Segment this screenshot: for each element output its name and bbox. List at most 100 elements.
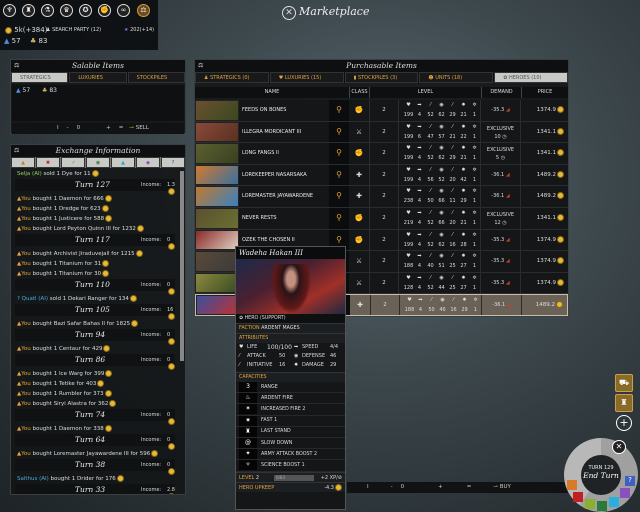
column-demand[interactable]: DEMAND [481, 87, 521, 98]
quantity-field[interactable]: 0 [401, 482, 405, 493]
orange-empire-icon[interactable] [567, 480, 577, 490]
wreath-emblem-icon[interactable]: ♆ [3, 4, 16, 17]
column-name[interactable]: NAME [195, 87, 349, 98]
sell-button[interactable]: ⊸ SELL [129, 123, 148, 134]
hero-row[interactable]: LONG FANGS II ⚲ ✊ 2 ♥ ➡ ⁄ ◉ ⁄ ✸ ✲ 199 4 52 62 29 21 1… [195, 143, 568, 165]
stat-value: 4 [417, 198, 422, 205]
tab-strategics[interactable]: STRATEGICS [11, 72, 69, 83]
filter-olive-empire[interactable]: ◉ [86, 157, 110, 168]
column-class[interactable]: CLASS [349, 87, 369, 98]
log-actor: You [21, 371, 31, 377]
filter-unknown-empire[interactable]: ? [161, 157, 185, 168]
stat-value: 16 [449, 241, 456, 248]
trade-route-button[interactable]: ⛟ [615, 374, 633, 392]
filter-purple-empire[interactable]: ◆ [136, 157, 160, 168]
demand-cell: -36.1 ◢ [481, 186, 521, 207]
initiative-icon: ⁄ [453, 297, 454, 304]
unknown-empire-icon[interactable]: ? [625, 476, 635, 486]
inspect-button[interactable]: ⚲ [329, 186, 349, 207]
support-class-icon: ✚ [356, 192, 362, 201]
inspect-button[interactable]: ⚲ [329, 207, 349, 229]
max-icon[interactable]: I [57, 123, 59, 134]
stat-value: 66 [438, 198, 445, 205]
fist-emblem-icon[interactable]: ✊ [98, 4, 111, 17]
handshake-emblem-icon[interactable]: ∞ [117, 4, 130, 17]
green-empire-icon[interactable] [585, 499, 595, 509]
exchange-filters: ▲ ✖ ↗ ◉ ▲ ◆ ? [11, 157, 185, 168]
increase-button[interactable]: + [438, 482, 443, 493]
tab-stockpiles[interactable]: STOCKPILES [127, 72, 185, 83]
filter-cyan-empire[interactable]: ▲ [111, 157, 135, 168]
inspect-button[interactable]: ⚲ [329, 121, 349, 143]
purple-empire-icon[interactable] [620, 488, 630, 498]
hero-row[interactable]: NEVER RESTS ⚲ ✊ 2 ♥ ➡ ⁄ ◉ ⁄ ✸ ✲ 219 4 52 66 20 21 1 E… [195, 207, 568, 230]
decrease-button[interactable]: - [391, 482, 393, 493]
log-entry: ▲You bought Loremaster Jayawardene III f… [11, 449, 179, 459]
column-price[interactable]: PRICE [521, 87, 568, 98]
log-text: bought 1 Tetike for 403 [30, 381, 97, 387]
clock-icon: ◷ [500, 133, 507, 140]
red-empire-icon[interactable] [573, 492, 583, 502]
inspect-button[interactable]: ⚲ [329, 143, 349, 164]
gear-icon: ✲ [473, 297, 478, 304]
quantity-field[interactable]: 0 [77, 123, 81, 134]
food-item[interactable]: ♣ 83 [42, 87, 57, 94]
decrease-button[interactable]: - [67, 123, 69, 134]
capacity-item: ✷ FAST 1 [236, 415, 345, 427]
level-label: LEVEL [239, 474, 255, 481]
empire-icon: ? [171, 160, 175, 166]
hero-stats: ♥ ➡ ⁄ ◉ ⁄ ✸ ✲ 199 4 52 62 29 21 1 [399, 143, 481, 164]
close-button[interactable]: ✕ [282, 6, 296, 20]
tab-units[interactable]: ☻ UNITS (18) [419, 72, 494, 83]
tab-luxuries[interactable]: LUXURIES [69, 72, 127, 83]
hero-row[interactable]: ILLEGRA MORDICANT III ⚲ ⚔ 2 ♥ ➡ ⁄ ◉ ⁄ ✸ ✲ 199 6 4… [195, 121, 568, 144]
sword-icon: ⁄ [430, 145, 431, 152]
log-entry: ▲You bought 1 Tetike for 403 [11, 379, 179, 389]
filter-orange-empire[interactable]: ▲ [11, 157, 35, 168]
stat-value: 56 [427, 176, 434, 183]
tab-heroes[interactable]: ✿ HEROES (10) [494, 72, 568, 83]
filter-green-empire[interactable]: ↗ [61, 157, 85, 168]
crossed-swords-class-icon: ⚔ [355, 257, 363, 266]
tab-luxuries[interactable]: ♥ LUXURIES (15) [269, 72, 344, 83]
marketplace-emblem-icon[interactable]: ⚖ [137, 4, 150, 17]
damage-icon: ✸ [461, 274, 466, 281]
exchange-scrollbar[interactable] [180, 171, 184, 361]
column-level[interactable]: LEVEL [369, 87, 481, 98]
influence-item[interactable]: ▲ 57 [16, 87, 30, 94]
turn-summary: Turn 117 Income: 0 [15, 234, 175, 250]
cyan-empire-icon[interactable] [609, 497, 619, 507]
exchange-information-panel: ⚖ Exchange Information ▲ ✖ ↗ ◉ ▲ ◆ ? Sel… [10, 144, 186, 495]
max-icon[interactable]: I [367, 482, 369, 493]
hero-stats: ♥ ➡ ⁄ ◉ ⁄ ✸ ✲ 199 4 52 62 16 28 1 [399, 229, 481, 251]
hero-row[interactable]: FEEDS ON BONES ⚲ ✊ 2 ♥ ➡ ⁄ ◉ ⁄ ✸ ✲ 199 4 52 62 29 21… [195, 100, 568, 122]
stat-value: 4 [417, 241, 422, 248]
hero-stats: ♥ ➡ ⁄ ◉ ⁄ ✸ ✲ 219 4 52 66 20 21 1 [399, 207, 481, 229]
tab-strategics[interactable]: ♟ STRATEGICS (0) [195, 72, 269, 83]
price-cell: 1341.1 [521, 143, 568, 164]
settings-icon[interactable]: ✕ [612, 440, 626, 454]
flask-emblem-icon[interactable]: ⚗ [41, 4, 54, 17]
shield-icon: ◉ [439, 166, 444, 173]
food-icon: ♣ [42, 87, 48, 94]
medal-emblem-icon[interactable]: ✪ [79, 4, 92, 17]
dust-icon [168, 418, 175, 425]
hero-button[interactable]: ♜ [615, 394, 633, 412]
increase-button[interactable]: + [106, 123, 111, 134]
olive-empire-icon[interactable] [597, 501, 607, 511]
tab-stockpiles[interactable]: ▮ STOCKPILES (3) [344, 72, 419, 83]
filter-red-empire[interactable]: ✖ [36, 157, 60, 168]
add-button[interactable]: + [616, 415, 632, 431]
trophy-emblem-icon[interactable]: ♛ [60, 4, 73, 17]
end-turn-button[interactable]: TURN 129 End Turn [581, 455, 621, 495]
stat-value: 47 [427, 133, 434, 140]
hero-row[interactable]: LOREMASTER JAYAWARDENE ⚲ ✚ 2 ♥ ➡ ⁄ ◉ ⁄ ✸ ✲ 238 4… [195, 186, 568, 208]
buy-button[interactable]: ⊸ BUY [493, 482, 511, 493]
empire-icon: ↗ [70, 160, 76, 166]
log-entry: ? Quatl (AI) sold 1 Dekari Ranger for 13… [11, 294, 179, 304]
inspect-button[interactable]: ⚲ [329, 100, 349, 121]
tower-emblem-icon[interactable]: ♜ [22, 4, 35, 17]
inspect-button[interactable]: ⚲ [329, 164, 349, 186]
hero-row[interactable]: LOREKEEPER NASARSAKA ⚲ ✚ 2 ♥ ➡ ⁄ ◉ ⁄ ✸ ✲ 199 4 56… [195, 164, 568, 187]
fist-class-icon: ✊ [354, 235, 364, 244]
